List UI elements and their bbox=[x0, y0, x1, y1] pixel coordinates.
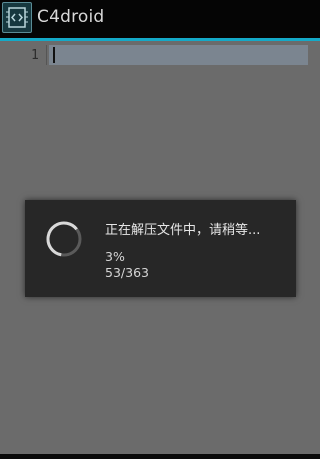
gutter-divider bbox=[46, 45, 47, 65]
line-number: 1 bbox=[31, 48, 39, 63]
progress-dialog: 正在解压文件中，请稍等... 3% 53/363 bbox=[25, 200, 296, 297]
navigation-strip bbox=[0, 454, 320, 459]
text-cursor bbox=[53, 47, 55, 63]
progress-count: 53/363 bbox=[105, 265, 149, 280]
c4droid-app-icon bbox=[6, 7, 28, 28]
current-line-highlight[interactable] bbox=[49, 45, 308, 65]
app-icon[interactable] bbox=[2, 2, 32, 33]
progress-percent: 3% bbox=[105, 249, 125, 264]
action-bar: C4droid bbox=[0, 0, 320, 38]
dialog-message: 正在解压文件中，请稍等... bbox=[105, 223, 261, 238]
spinner-icon bbox=[46, 221, 82, 257]
screen: C4droid 1 正在解压文件中，请稍等... 3% 53/363 bbox=[0, 0, 320, 459]
app-title: C4droid bbox=[37, 7, 105, 27]
